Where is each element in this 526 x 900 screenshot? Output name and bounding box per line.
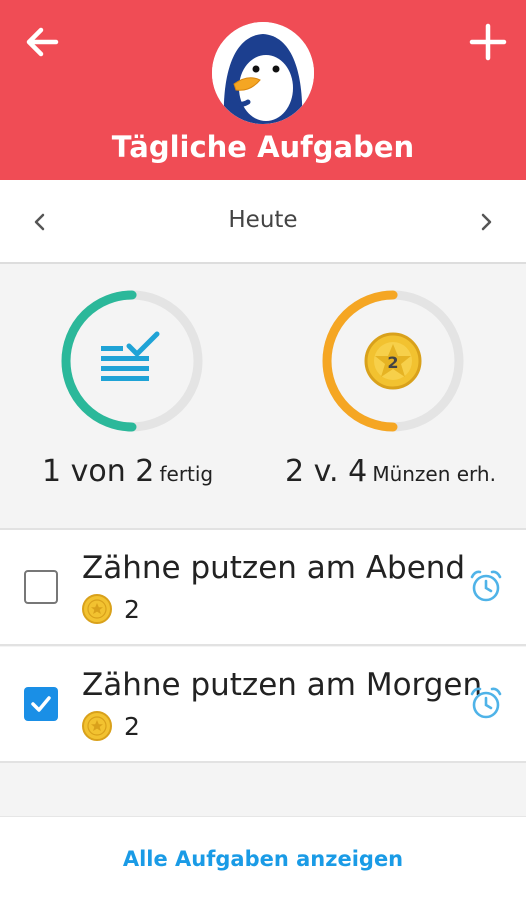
date-label: Heute (228, 207, 298, 233)
task-row[interactable]: Zähne putzen am Abend 2 (0, 530, 526, 646)
penguin-icon (212, 22, 314, 124)
coin-label: 2 (387, 353, 398, 372)
coin-icon (82, 711, 112, 741)
task-list-icon (101, 331, 160, 381)
tasks-done-suffix: fertig (159, 462, 214, 486)
task-checkbox-checked[interactable] (24, 687, 58, 721)
tasks-progress-ring (61, 290, 203, 432)
task-row[interactable]: Zähne putzen am Morgen 2 (0, 647, 526, 763)
task-checkbox-unchecked[interactable] (24, 570, 58, 604)
task-name: Zähne putzen am Abend (82, 550, 466, 586)
date-navigator: Heute (0, 180, 526, 264)
task-name: Zähne putzen am Morgen (82, 667, 483, 703)
coin-icon (82, 594, 112, 624)
coins-earned-summary: 2 v. 4 Münzen erh. (285, 454, 496, 489)
task-coin-amount: 2 (124, 594, 140, 624)
next-day-button[interactable] (468, 204, 504, 240)
tasks-done-summary: 1 von 2 fertig (42, 454, 213, 489)
app-header: Tägliche Aufgaben (0, 0, 526, 180)
add-task-button[interactable] (464, 18, 512, 66)
coins-earned-suffix: Münzen erh. (372, 462, 496, 486)
alarm-clock-icon (470, 570, 502, 602)
chevron-right-icon (481, 213, 492, 231)
task-reward: 2 (82, 711, 140, 741)
task-reminder-button[interactable] (468, 568, 504, 604)
coin-icon: 2 (364, 332, 422, 390)
tasks-done-count: 1 von 2 (42, 454, 155, 489)
checkmark-icon (31, 696, 51, 712)
coins-earned-count: 2 v. 4 (285, 454, 368, 489)
page-title: Tägliche Aufgaben (111, 130, 415, 164)
back-arrow-icon (26, 27, 59, 57)
alarm-clock-icon (470, 687, 502, 719)
plus-icon (469, 23, 507, 61)
task-reward: 2 (82, 594, 140, 624)
progress-summary: 1 von 2 fertig 2 2 v. 4 Münzen erh. (0, 266, 526, 528)
penguin-avatar[interactable] (212, 22, 314, 124)
task-coin-amount: 2 (124, 711, 140, 741)
coins-progress-ring: 2 (322, 290, 464, 432)
footer-bar: Alle Aufgaben anzeigen (0, 816, 526, 900)
task-reminder-button[interactable] (468, 685, 504, 721)
back-button[interactable] (18, 18, 66, 66)
show-all-tasks-link[interactable]: Alle Aufgaben anzeigen (0, 847, 526, 871)
